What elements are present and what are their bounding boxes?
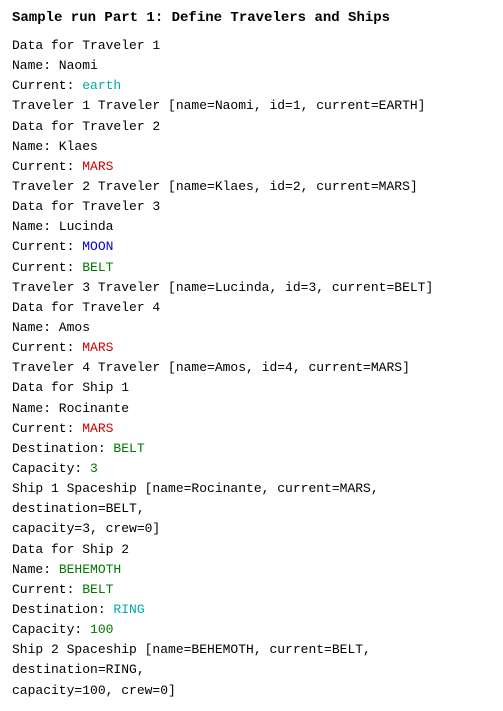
line-part: Traveler 1 Traveler [name=Naomi, id=1, c… [12,98,425,113]
output-line: Traveler 1 Traveler [name=Naomi, id=1, c… [12,96,491,116]
line-part: Capacity: [12,461,90,476]
line-part: Traveler 4 Traveler [name=Amos, id=4, cu… [12,360,410,375]
output-line: Destination: BELT [12,439,491,459]
line-part: Destination: [12,441,113,456]
line-part: BELT [82,582,113,597]
line-part: Current: [12,239,82,254]
line-part: capacity=100, crew=0] [12,683,176,698]
output-line: Current: MARS [12,419,491,439]
line-part: BELT [113,441,144,456]
output-line: capacity=100, crew=0] [12,681,491,701]
output-line: Name: Rocinante [12,399,491,419]
line-part: BELT [82,260,113,275]
output-line: Ship 2 Spaceship [name=BEHEMOTH, current… [12,640,491,680]
line-part: Data for Ship 1 [12,380,129,395]
line-part: Data for Traveler 2 [12,119,160,134]
output-line: Name: Klaes [12,137,491,157]
line-part: Current: [12,159,82,174]
line-part: Destination: [12,602,113,617]
output-line: Current: BELT [12,580,491,600]
output-line: Capacity: 3 [12,459,491,479]
output-line: Data for Traveler 3 [12,197,491,217]
line-part: 100 [90,622,113,637]
output-line: Name: Naomi [12,56,491,76]
output-line: capacity=3, crew=0] [12,519,491,539]
line-part: Current: [12,260,82,275]
line-part: Current: [12,582,82,597]
line-part: Current: [12,340,82,355]
line-part: Data for Traveler 3 [12,199,160,214]
output-line: Data for Traveler 2 [12,117,491,137]
line-part: 3 [90,461,98,476]
line-part: RING [113,602,144,617]
line-part: MOON [82,239,113,254]
line-part: Traveler 3 Traveler [name=Lucinda, id=3,… [12,280,433,295]
line-part: Current: [12,78,82,93]
output-line: Name: Lucinda [12,217,491,237]
output-line: Current: MOON [12,237,491,257]
output-line: Ship 1 Spaceship [name=Rocinante, curren… [12,479,491,519]
output-line: Current: MARS [12,338,491,358]
output-line: Data for Ship 2 [12,540,491,560]
line-part: Capacity: [12,622,90,637]
line-part: Name: Naomi [12,58,98,73]
output-line: Traveler 2 Traveler [name=Klaes, id=2, c… [12,177,491,197]
output-line: Capacity: 100 [12,620,491,640]
line-part: Data for Ship 2 [12,542,129,557]
page-title: Sample run Part 1: Define Travelers and … [12,10,491,26]
output-line: Current: earth [12,76,491,96]
output-line: Traveler 3 Traveler [name=Lucinda, id=3,… [12,278,491,298]
line-part: Name: Lucinda [12,219,113,234]
output-line: Data for Ship 1 [12,378,491,398]
output-container: Data for Traveler 1 Name: Naomi Current: e… [12,36,491,701]
output-line: Traveler 4 Traveler [name=Amos, id=4, cu… [12,358,491,378]
output-line: Name: BEHEMOTH [12,560,491,580]
line-part: Ship 1 Spaceship [name=Rocinante, curren… [12,481,386,516]
output-line: Data for Traveler 4 [12,298,491,318]
output-line: Name: Amos [12,318,491,338]
line-part: Ship 2 Spaceship [name=BEHEMOTH, current… [12,642,379,677]
line-part: Name: Amos [12,320,90,335]
line-part: Name: [12,562,59,577]
output-line: Current: MARS [12,157,491,177]
line-part: Data for Traveler 1 [12,38,160,53]
line-part: Name: Klaes [12,139,98,154]
output-line: Current: BELT [12,258,491,278]
line-part: Current: [12,421,82,436]
line-part: MARS [82,421,113,436]
line-part: BEHEMOTH [59,562,121,577]
line-part: MARS [82,159,113,174]
output-line: Destination: RING [12,600,491,620]
line-part: MARS [82,340,113,355]
line-part: Traveler 2 Traveler [name=Klaes, id=2, c… [12,179,418,194]
line-part: Name: Rocinante [12,401,129,416]
line-part: capacity=3, crew=0] [12,521,160,536]
line-part: earth [82,78,121,93]
output-line: Data for Traveler 1 [12,36,491,56]
line-part: Data for Traveler 4 [12,300,160,315]
